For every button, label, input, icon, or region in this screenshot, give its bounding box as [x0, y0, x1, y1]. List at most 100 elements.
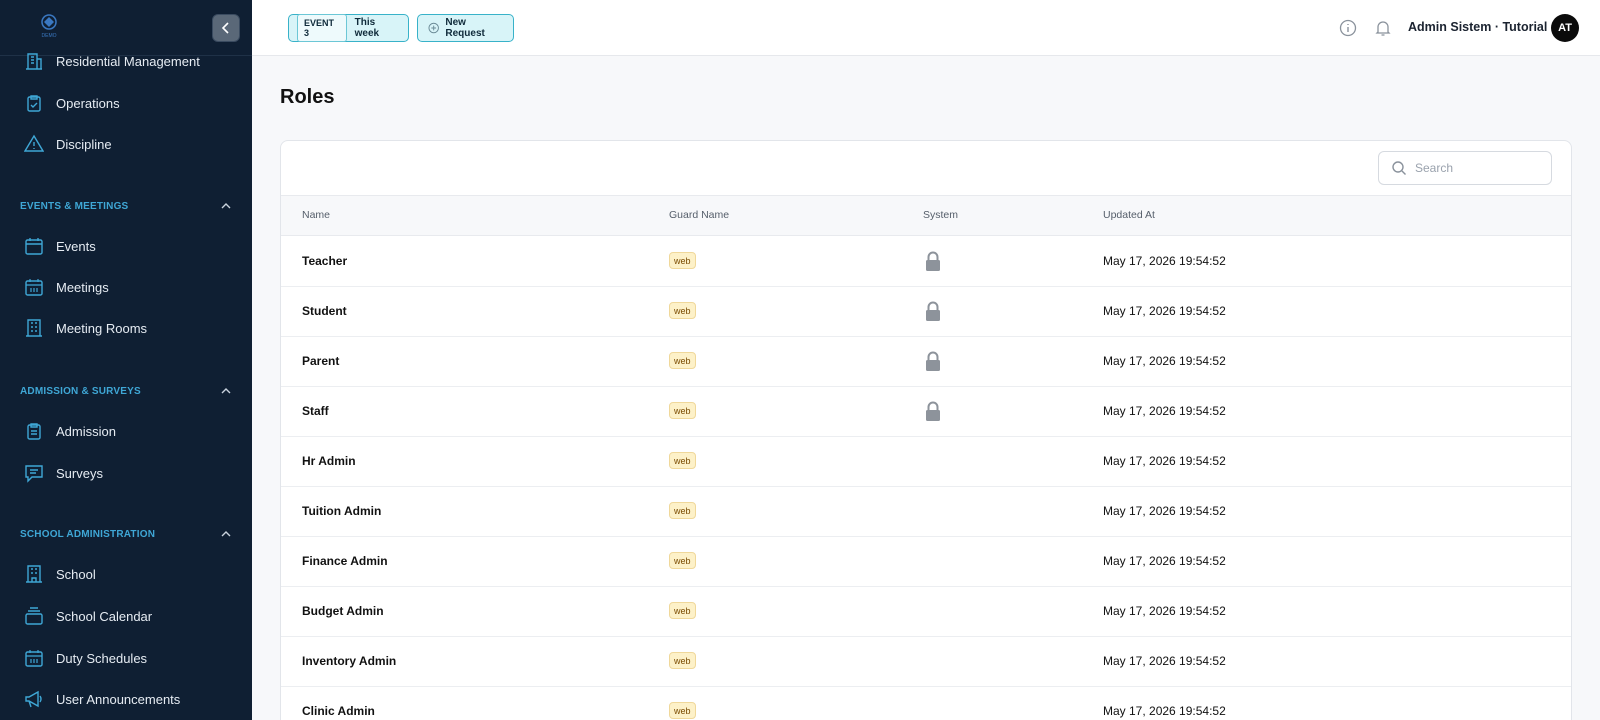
sidebar-item-label: User Announcements: [56, 691, 181, 707]
section-title: SCHOOL ADMINISTRATION: [20, 528, 156, 540]
stack-icon: [25, 607, 43, 625]
chat-icon: [25, 465, 43, 483]
table-row[interactable]: Finance Admin web May 17, 2026 19:54:52: [281, 537, 1571, 587]
sidebar-item-operations[interactable]: Operations: [24, 88, 120, 118]
sidebar-item-label: School: [56, 566, 96, 582]
table-row[interactable]: Student web May 17, 2026 19:54:52: [281, 287, 1571, 337]
role-name: Teacher: [302, 254, 348, 268]
section-title: EVENTS & MEETINGS: [20, 200, 129, 212]
updated-at: May 17, 2026 19:54:52: [1103, 554, 1226, 568]
sidebar-item-user-announcements[interactable]: User Announcements: [24, 684, 180, 714]
guard-name-badge: web: [669, 452, 696, 469]
section-title: ADMISSION & SURVEYS: [20, 385, 141, 397]
guard-name-badge: web: [669, 402, 696, 419]
section-events-meetings[interactable]: EVENTS & MEETINGS: [20, 200, 232, 212]
search-input[interactable]: [1415, 161, 1535, 175]
guard-name-badge: web: [669, 502, 696, 519]
guard-name-badge: web: [669, 652, 696, 669]
sidebar-item-residential-management[interactable]: Residential Management: [24, 46, 200, 76]
guard-name-badge: web: [669, 702, 696, 719]
updated-at: May 17, 2026 19:54:52: [1103, 504, 1226, 518]
sidebar-collapse-button[interactable]: [212, 14, 240, 42]
building-icon: [26, 53, 42, 70]
lock-icon: [926, 301, 940, 321]
event-count-tag: EVENT 3: [297, 14, 347, 42]
updated-at: May 17, 2026 19:54:52: [1103, 404, 1226, 418]
table-row[interactable]: Staff web May 17, 2026 19:54:52: [281, 387, 1571, 437]
event-week-button[interactable]: EVENT 3 This week: [288, 14, 409, 42]
updated-at: May 17, 2026 19:54:52: [1103, 704, 1226, 718]
role-name: Finance Admin: [302, 554, 388, 568]
updated-at: May 17, 2026 19:54:52: [1103, 254, 1226, 268]
guard-name-badge: web: [669, 552, 696, 569]
updated-at: May 17, 2026 19:54:52: [1103, 304, 1226, 318]
updated-at: May 17, 2026 19:54:52: [1103, 454, 1226, 468]
table-row[interactable]: Hr Admin web May 17, 2026 19:54:52: [281, 437, 1571, 487]
sidebar-item-meeting-rooms[interactable]: Meeting Rooms: [24, 313, 147, 343]
user-name[interactable]: Admin Sistem · Tutorial: [1408, 20, 1547, 34]
role-name: Staff: [302, 404, 329, 418]
guard-name-badge: web: [669, 602, 696, 619]
sidebar-item-duty-schedules[interactable]: Duty Schedules: [24, 643, 147, 673]
sidebar-item-label: Residential Management: [56, 53, 200, 69]
sidebar-item-label: Meetings: [56, 279, 109, 295]
table-row[interactable]: Teacher web May 17, 2026 19:54:52: [281, 237, 1571, 287]
calendar-grid-icon: [25, 279, 43, 296]
school-logo[interactable]: DEMO: [32, 12, 66, 40]
role-name: Budget Admin: [302, 604, 384, 618]
sidebar-item-events[interactable]: Events: [24, 231, 96, 261]
avatar[interactable]: AT: [1551, 14, 1579, 42]
column-header-system[interactable]: System: [923, 209, 958, 221]
updated-at: May 17, 2026 19:54:52: [1103, 654, 1226, 668]
new-request-button[interactable]: New Request: [417, 14, 514, 42]
sidebar-item-label: Discipline: [56, 136, 112, 152]
sidebar-item-label: Admission: [56, 423, 116, 439]
lock-icon: [926, 251, 940, 271]
chevron-up-icon: [221, 531, 231, 537]
search-icon: [1392, 161, 1406, 175]
roles-table-card: Name Guard Name System Updated At Teache…: [280, 140, 1572, 720]
section-admission-surveys[interactable]: ADMISSION & SURVEYS: [20, 385, 232, 397]
search-field[interactable]: [1378, 151, 1552, 185]
sidebar: DEMO Residential Management Operations D…: [0, 0, 252, 720]
column-header-guard-name[interactable]: Guard Name: [669, 209, 729, 221]
logo-text: DEMO: [42, 33, 57, 39]
new-request-label: New Request: [445, 17, 485, 39]
sidebar-item-discipline[interactable]: Discipline: [24, 129, 112, 159]
role-name: Hr Admin: [302, 454, 356, 468]
table-row[interactable]: Budget Admin web May 17, 2026 19:54:52: [281, 587, 1571, 637]
table-header: Name Guard Name System Updated At: [281, 195, 1571, 236]
section-school-administration[interactable]: SCHOOL ADMINISTRATION: [20, 528, 232, 540]
table-row[interactable]: Inventory Admin web May 17, 2026 19:54:52: [281, 637, 1571, 687]
chevron-up-icon: [221, 203, 231, 209]
info-icon[interactable]: [1339, 19, 1357, 37]
calendar-grid-icon: [25, 650, 43, 667]
table-row[interactable]: Tuition Admin web May 17, 2026 19:54:52: [281, 487, 1571, 537]
sidebar-item-school-calendar[interactable]: School Calendar: [24, 601, 152, 631]
clipboard-icon: [27, 423, 41, 440]
clipboard-check-icon: [27, 95, 41, 112]
event-week-label: This week: [354, 17, 380, 39]
lock-icon: [926, 351, 940, 371]
sidebar-item-surveys[interactable]: Surveys: [24, 458, 103, 488]
plus-circle-icon: [428, 22, 439, 34]
sidebar-item-label: Surveys: [56, 465, 103, 481]
building-icon: [26, 319, 42, 337]
bell-icon[interactable]: [1374, 19, 1392, 37]
table-row[interactable]: Clinic Admin web May 17, 2026 19:54:52: [281, 687, 1571, 720]
sidebar-item-school[interactable]: School: [24, 559, 96, 589]
guard-name-badge: web: [669, 252, 696, 269]
topbar: EVENT 3 This week New Request: [252, 0, 1600, 56]
role-name: Inventory Admin: [302, 654, 397, 668]
guard-name-badge: web: [669, 302, 696, 319]
lock-icon: [926, 401, 940, 421]
sidebar-item-meetings[interactable]: Meetings: [24, 272, 109, 302]
table-row[interactable]: Parent web May 17, 2026 19:54:52: [281, 337, 1571, 387]
page-title: Roles: [280, 86, 335, 108]
sidebar-item-admission[interactable]: Admission: [24, 416, 116, 446]
sidebar-item-label: Duty Schedules: [56, 650, 148, 666]
updated-at: May 17, 2026 19:54:52: [1103, 354, 1226, 368]
building-icon: [26, 565, 42, 583]
column-header-name[interactable]: Name: [302, 209, 330, 221]
column-header-updated-at[interactable]: Updated At: [1103, 209, 1155, 221]
